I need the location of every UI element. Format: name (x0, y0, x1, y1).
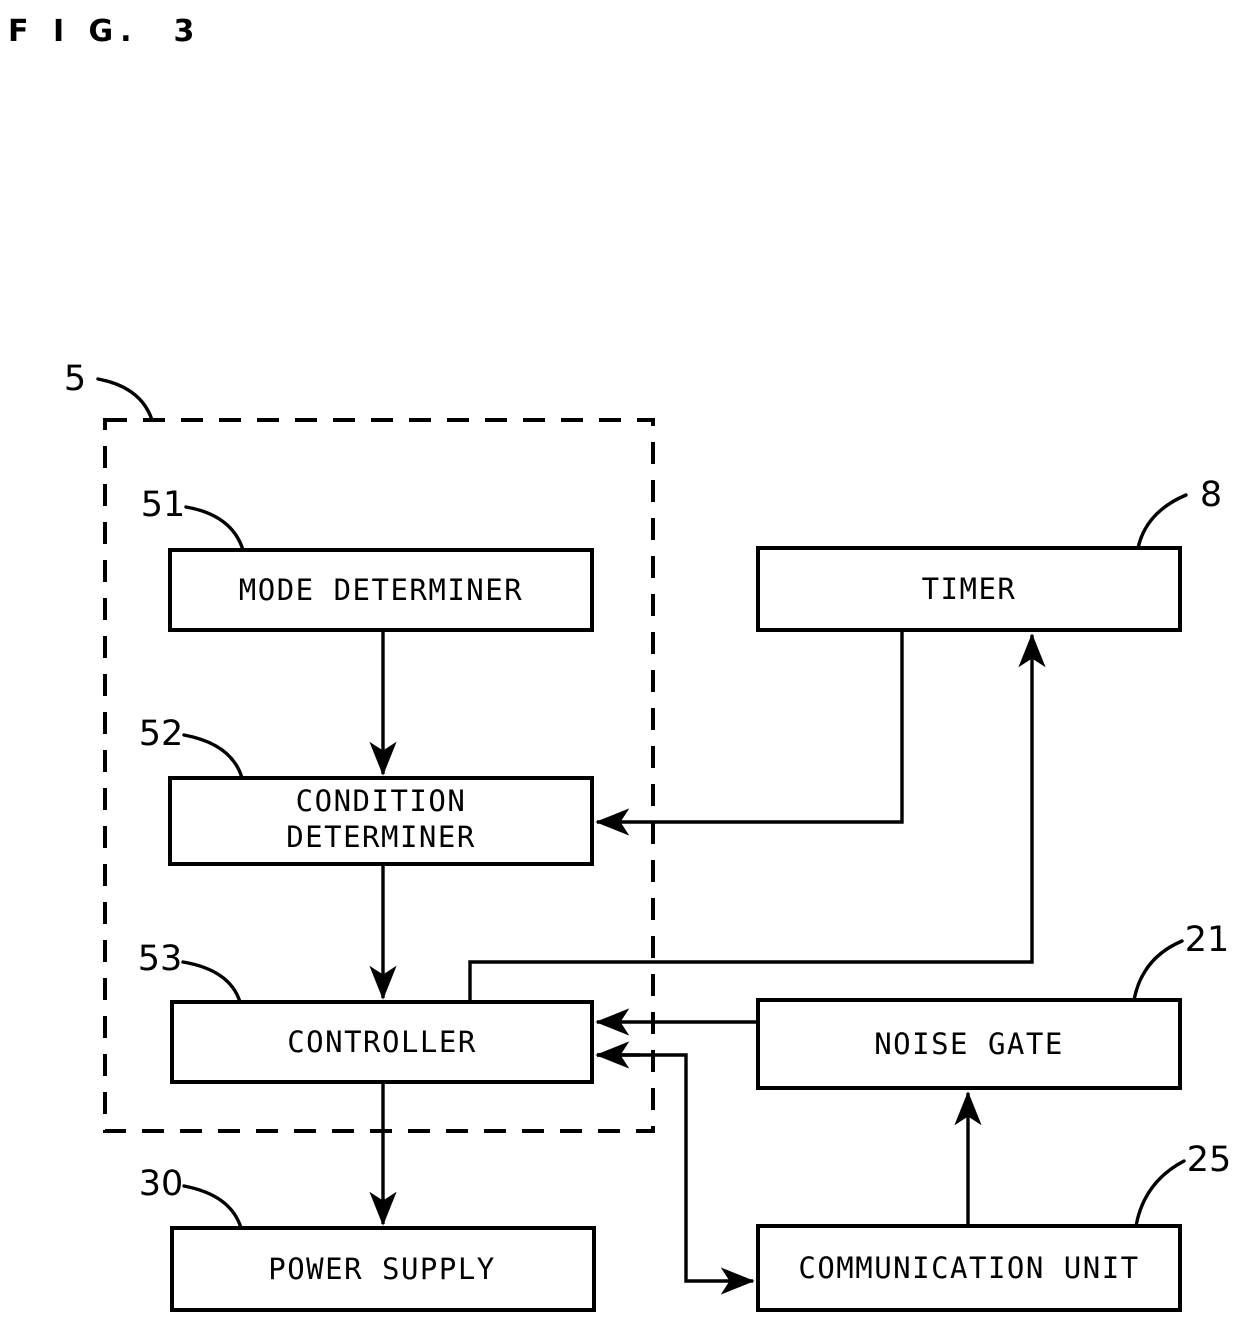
block-label-noise-gate: NOISE GATE (874, 1027, 1064, 1061)
leader-line-52 (182, 733, 244, 780)
leader-line-5 (96, 377, 154, 422)
ref-number-5: 5 (64, 359, 86, 399)
ref-number-52: 52 (139, 714, 184, 754)
block-label-mode-determiner: MODE DETERMINER (239, 573, 523, 607)
leader-line-53 (181, 960, 242, 1004)
ref-number-25: 25 (1187, 1140, 1232, 1180)
ref-number-51: 51 (141, 485, 186, 525)
ref-number-8: 8 (1200, 475, 1222, 515)
ref-number-30: 30 (139, 1164, 184, 1204)
connector-timer-to-condition (595, 630, 904, 836)
ref-number-21: 21 (1185, 920, 1230, 960)
leader-line-8 (1136, 493, 1188, 550)
leader-line-51 (184, 505, 245, 552)
block-label-timer: TIMER (922, 572, 1017, 606)
connector-controller-to-communication-unit (597, 1053, 755, 1295)
block-label-communication-unit: COMMUNICATION UNIT (798, 1251, 1139, 1285)
leader-line-21 (1132, 939, 1184, 1002)
block-diagram: MODE DETERMINER TIMER CONDITION DETERMIN… (64, 359, 1232, 1312)
figure-root: F I G. 3 MODE DETERMINER TIMER CONDITION… (0, 0, 1240, 1324)
leader-line-30 (182, 1184, 243, 1230)
block-label-power-supply: POWER SUPPLY (268, 1252, 496, 1286)
ref-number-53: 53 (138, 939, 183, 979)
block-label-condition-determiner-line1: CONDITION (296, 784, 467, 818)
leader-line-25 (1134, 1159, 1186, 1228)
block-label-condition-determiner-line2: DETERMINER (286, 820, 476, 854)
block-label-controller: CONTROLLER (287, 1025, 477, 1059)
